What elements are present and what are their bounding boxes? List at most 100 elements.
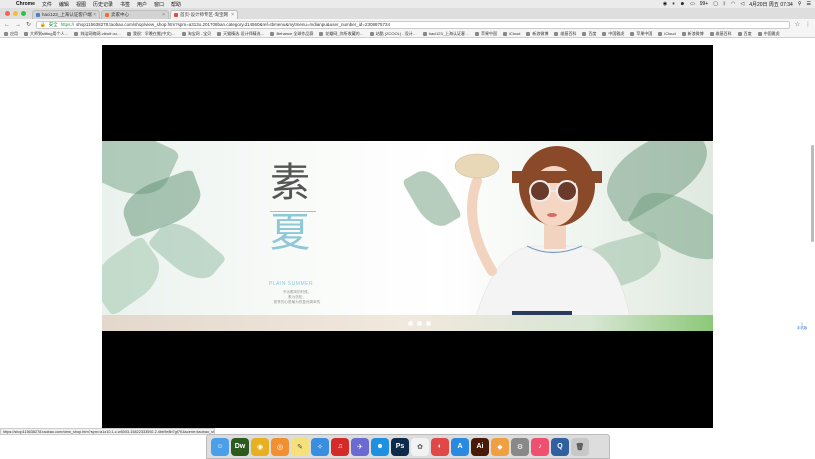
new-tab-button[interactable]: [241, 11, 255, 19]
summer-banner[interactable]: 素 夏 PLAIN SUMMER 不远素简的时候， 素为放松， 夏季的心是最为恢…: [102, 141, 713, 331]
reload-icon[interactable]: ↻: [26, 21, 31, 28]
bookmark-label: 维基百科: [560, 30, 577, 36]
url-text: shop115638278.taobao.com/shop/view_shop.…: [76, 22, 390, 27]
status-icon-volume[interactable]: ◁: [740, 1, 744, 7]
menu-view[interactable]: 视图: [76, 1, 86, 8]
menu-help[interactable]: 帮助: [171, 1, 181, 8]
bookmark-item[interactable]: 苹果中国: [474, 31, 497, 37]
status-icon-wifi[interactable]: ◠: [731, 1, 735, 7]
menu-bookmarks[interactable]: 书签: [120, 1, 130, 8]
side-floating-widget[interactable]: ▯ 手机版: [796, 322, 808, 335]
bookmark-item[interactable]: 中国雅虎: [757, 31, 780, 37]
bookmark-item[interactable]: 站酷 (ZCOOL) - 设计…: [369, 31, 417, 37]
bookmark-item[interactable]: 中国雅虎: [602, 31, 624, 37]
status-icon-bluetooth[interactable]: ᛒ: [723, 1, 726, 7]
menu-app[interactable]: Chrome: [16, 1, 35, 7]
dock-quicktime-icon[interactable]: Q: [551, 437, 569, 456]
bookmark-item[interactable]: iCloud: [658, 31, 676, 36]
slogan-line: 夏季的心是最为恢复而简单的: [273, 300, 321, 304]
bookmark-item[interactable]: Behance 全球作品赛: [270, 31, 313, 37]
close-tab-icon[interactable]: ×: [93, 12, 96, 18]
dock-chrome-icon[interactable]: ◉: [251, 437, 269, 456]
bookmark-item[interactable]: 我很：早晚在搬(中文)…: [126, 30, 176, 37]
tab-title: 首页-设计师专区-淘宝网: [180, 12, 228, 17]
status-icon-circle[interactable]: ◉: [663, 1, 667, 7]
bookmark-label: Behance 全球作品赛: [276, 30, 314, 36]
bookmark-item[interactable]: 大师到sitting用个人…: [24, 31, 68, 37]
tab-3-active[interactable]: 首页-设计师专区-淘宝网 ×: [170, 10, 238, 19]
bookmark-item[interactable]: 天猫精选-设计师精选…: [217, 31, 264, 37]
bookmark-item[interactable]: 维基百科: [709, 30, 732, 37]
bookmark-item[interactable]: 苹果中国: [630, 31, 652, 37]
status-icon-display[interactable]: ▢: [713, 1, 718, 7]
bookmark-item[interactable]: 纯洁网络网-vibolt·ou…: [74, 30, 121, 37]
dock-preferences-icon[interactable]: ⚙: [511, 437, 529, 456]
bookmark-label: 维基百科: [715, 30, 732, 36]
menu-edit[interactable]: 编辑: [59, 1, 69, 8]
bookmark-label: 纯洁网络网-vibolt·ou…: [80, 30, 121, 36]
dock-itunes-icon[interactable]: ♪: [531, 437, 549, 456]
menu-people[interactable]: 用户: [137, 1, 147, 8]
dock-qq-icon[interactable]: ☻: [371, 437, 389, 456]
bookmark-favicon-icon: [474, 31, 479, 36]
bookmark-label: 我很：早晚在搬(中文)…: [132, 30, 176, 36]
more-menu-icon[interactable]: ⋮: [805, 21, 811, 28]
dock-capsule-icon[interactable]: ◆: [491, 437, 509, 456]
status-icon-qq[interactable]: ☻: [680, 1, 685, 7]
dock-netease-icon[interactable]: ♫: [331, 437, 349, 456]
page-scrollbar[interactable]: [811, 145, 814, 242]
dock-dreamweaver-icon[interactable]: Dw: [231, 437, 249, 456]
dock-sogou-icon[interactable]: ◎: [271, 437, 289, 456]
bookmark-item[interactable]: 新浪微博: [681, 31, 704, 37]
bookmark-favicon-icon: [630, 31, 635, 36]
dock-notes-icon[interactable]: ✎: [291, 437, 309, 456]
forward-icon[interactable]: →: [15, 22, 21, 28]
carousel-dot[interactable]: [408, 321, 413, 326]
carousel-dot[interactable]: [417, 321, 422, 326]
dock-safari-icon[interactable]: ✧: [311, 437, 329, 456]
tab-2[interactable]: 卖家中心 ×: [101, 10, 169, 19]
bookmark-item[interactable]: iCloud: [502, 31, 520, 36]
bookmark-item[interactable]: haci123_上海认证客…: [422, 31, 469, 37]
address-bar[interactable]: 🔒 安全 https:// shop115638278.taobao.com/s…: [36, 20, 790, 29]
menu-history[interactable]: 历史记录: [93, 1, 113, 8]
close-window-icon[interactable]: [5, 11, 10, 16]
search-icon[interactable]: ⚲: [798, 1, 802, 7]
bookmark-favicon-icon: [126, 31, 131, 36]
bookmarks-bar: 应用 大师到sitting用个人… 纯洁网络网-vibolt·ou… 我很：早晚在搬(…: [0, 30, 815, 38]
bookmark-item[interactable]: 花瓣网_你所收藏的…: [319, 31, 364, 37]
dock-photoshop-icon[interactable]: Ps: [391, 437, 409, 456]
zoom-window-icon[interactable]: [21, 11, 26, 16]
dock-appstore-icon[interactable]: A: [451, 437, 469, 456]
back-icon[interactable]: ←: [4, 22, 10, 28]
dock-illustrator-icon[interactable]: Ai: [471, 437, 489, 456]
dock-photos-icon[interactable]: ✿: [411, 437, 429, 456]
bookmark-favicon-icon: [502, 31, 507, 36]
page-content: 素 夏 PLAIN SUMMER 不远素简的时候， 素为放松， 夏季的心是最为恢…: [0, 38, 815, 428]
bookmark-item[interactable]: 百度: [737, 30, 752, 37]
status-icon-battery[interactable]: ▭: [690, 1, 695, 7]
dock-finder-icon[interactable]: ☺: [211, 437, 229, 456]
close-tab-icon[interactable]: ×: [231, 12, 234, 18]
bookmark-label: 百度: [743, 30, 752, 36]
notification-center-icon[interactable]: ☰: [807, 1, 811, 7]
minimize-window-icon[interactable]: [13, 11, 18, 16]
bookmark-label: 天猫精选-设计师精选…: [223, 30, 265, 36]
menubar-clock[interactable]: 4月20日 周五 07:34: [749, 1, 793, 8]
bookmark-item[interactable]: 维基百科: [554, 31, 576, 37]
carousel-dot[interactable]: [426, 321, 431, 326]
menu-window[interactable]: 窗口: [154, 1, 164, 8]
status-icon-pause[interactable]: ⏸: [672, 1, 675, 7]
bookmark-item[interactable]: 百度: [582, 31, 596, 37]
bookmark-star-icon[interactable]: ☆: [795, 21, 800, 28]
dock-rocket-icon[interactable]: ✈: [351, 437, 369, 456]
menu-file[interactable]: 文件: [42, 1, 52, 8]
lock-icon[interactable]: 🔒: [40, 22, 46, 28]
dock-trash-icon[interactable]: 🗑: [571, 437, 589, 456]
tab-1[interactable]: haci123_上海认证客户端 ×: [32, 10, 100, 19]
close-tab-icon[interactable]: ×: [162, 12, 165, 18]
bookmark-item[interactable]: 淘宝网 - 宝贝: [181, 31, 211, 37]
dock-weibo-icon[interactable]: ◐: [431, 437, 449, 456]
bookmark-item[interactable]: 应用: [4, 31, 18, 37]
bookmark-item[interactable]: 新浪微博: [526, 31, 548, 37]
